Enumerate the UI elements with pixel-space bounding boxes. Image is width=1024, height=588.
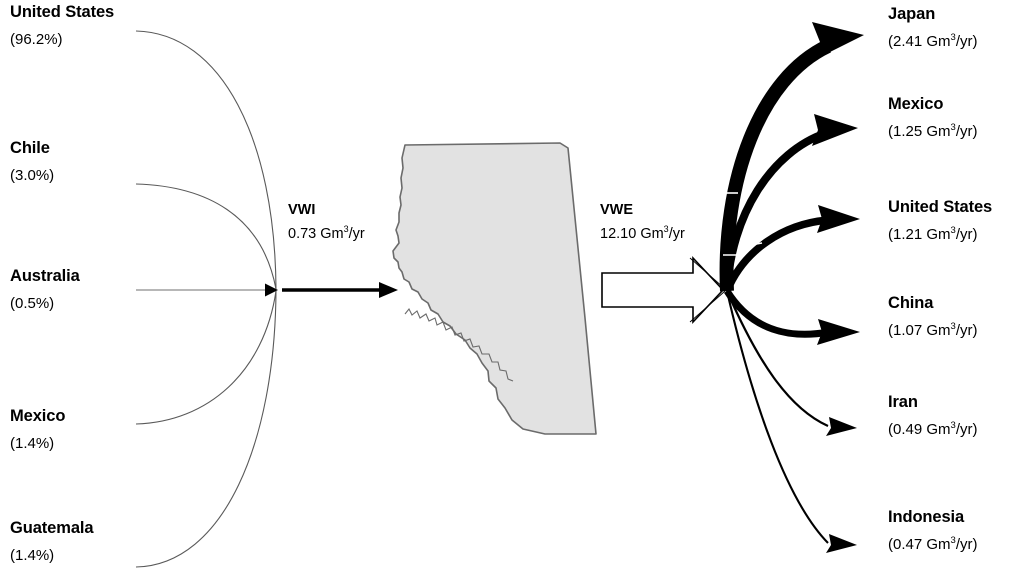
arrowhead-united-states bbox=[817, 205, 860, 233]
flow-svg bbox=[135, 22, 864, 568]
vwi-value: 0.73 Gm3/yr bbox=[288, 224, 365, 243]
import-curve-group bbox=[135, 30, 277, 568]
import-node-value: (96.2%) bbox=[10, 31, 63, 49]
arrowhead-japan bbox=[810, 22, 864, 62]
import-node-name: Chile bbox=[10, 139, 50, 157]
vwi-flux-label: VWI 0.73 Gm3/yr bbox=[288, 202, 365, 243]
vwe-code: VWE bbox=[600, 202, 634, 218]
export-arrowheads bbox=[810, 22, 864, 553]
import-node-name: Mexico bbox=[10, 407, 66, 425]
arrowhead-indonesia bbox=[826, 534, 857, 553]
export-node-name: Mexico bbox=[888, 95, 944, 113]
import-node-united-states[interactable]: United States (96.2%) bbox=[10, 3, 115, 49]
export-node-japan[interactable]: Japan (2.41 Gm3/yr) bbox=[888, 5, 978, 51]
alberta-map-shape bbox=[392, 142, 597, 435]
import-arrow-australia bbox=[136, 283, 278, 297]
vwe-block-arrow bbox=[601, 255, 734, 325]
export-node-name: United States bbox=[888, 198, 993, 216]
export-node-name: Iran bbox=[888, 393, 918, 411]
import-node-value: (3.0%) bbox=[10, 167, 55, 185]
export-curve-china bbox=[724, 289, 830, 338]
export-node-value: (0.49 Gm3/yr) bbox=[888, 420, 978, 439]
export-node-name: Indonesia bbox=[888, 508, 965, 526]
import-curve-mexico bbox=[135, 290, 277, 425]
import-node-value: (1.4%) bbox=[10, 435, 55, 453]
arrowhead-iran bbox=[826, 417, 857, 436]
import-node-name: Australia bbox=[10, 267, 80, 285]
import-node-value: (0.5%) bbox=[10, 295, 55, 313]
import-node-guatemala[interactable]: Guatemala (1.4%) bbox=[10, 519, 94, 565]
export-node-name: China bbox=[888, 294, 934, 312]
export-node-value: (1.07 Gm3/yr) bbox=[888, 321, 978, 340]
import-curve-chile bbox=[135, 183, 277, 290]
export-node-mexico[interactable]: Mexico (1.25 Gm3/yr) bbox=[888, 95, 978, 141]
import-node-mexico[interactable]: Mexico (1.4%) bbox=[10, 407, 66, 453]
arrowhead-mexico bbox=[812, 114, 858, 146]
import-node-chile[interactable]: Chile (3.0%) bbox=[10, 139, 55, 185]
export-node-value: (1.21 Gm3/yr) bbox=[888, 225, 978, 244]
export-node-value: (0.47 Gm3/yr) bbox=[888, 535, 978, 554]
diagram-canvas: United States (96.2%) Chile (3.0%) Austr… bbox=[0, 0, 1024, 588]
import-node-name: Guatemala bbox=[10, 519, 94, 537]
vwe-flux-label: VWE 12.10 Gm3/yr bbox=[600, 202, 685, 243]
vwe-value: 12.10 Gm3/yr bbox=[600, 224, 685, 243]
export-node-indonesia[interactable]: Indonesia (0.47 Gm3/yr) bbox=[888, 508, 978, 554]
export-node-china[interactable]: China (1.07 Gm3/yr) bbox=[888, 294, 978, 340]
vwi-code: VWI bbox=[288, 202, 316, 218]
arrowhead-china bbox=[817, 319, 860, 345]
export-node-name: Japan bbox=[888, 5, 936, 23]
export-node-value: (2.41 Gm3/yr) bbox=[888, 32, 978, 51]
vwi-arrow bbox=[282, 282, 398, 298]
export-arrow-group bbox=[719, 39, 832, 544]
import-node-name: United States bbox=[10, 3, 115, 21]
export-node-value: (1.25 Gm3/yr) bbox=[888, 122, 978, 141]
export-node-united-states[interactable]: United States (1.21 Gm3/yr) bbox=[888, 198, 993, 244]
import-curve-guatemala bbox=[135, 290, 277, 568]
import-node-australia[interactable]: Australia (0.5%) bbox=[10, 267, 80, 313]
import-curve-united-states bbox=[135, 30, 277, 290]
import-node-value: (1.4%) bbox=[10, 547, 55, 565]
export-node-iran[interactable]: Iran (0.49 Gm3/yr) bbox=[888, 393, 978, 439]
